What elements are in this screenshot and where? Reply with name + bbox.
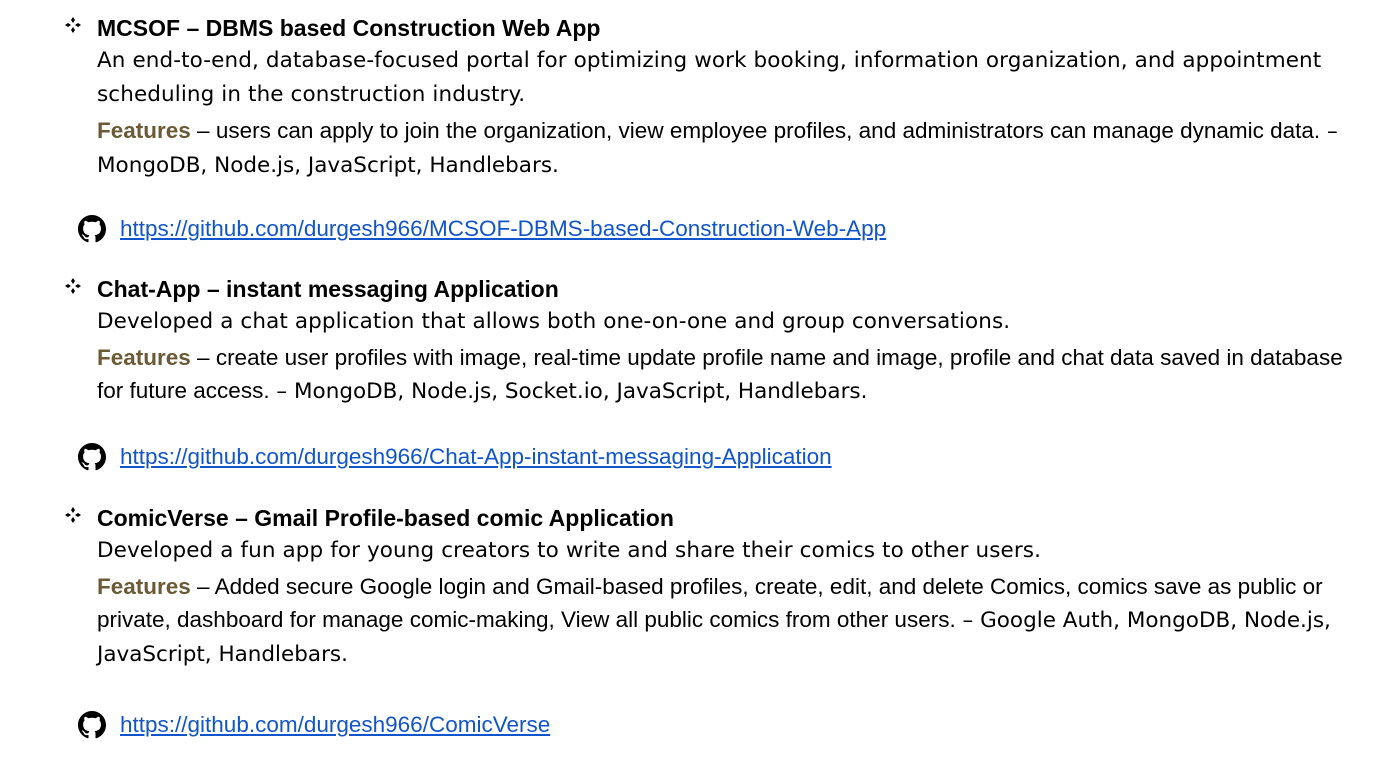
diamond-bullet-icon [62, 14, 84, 36]
github-icon [78, 711, 106, 739]
repo-link[interactable]: https://github.com/durgesh966/Chat-App-i… [120, 444, 832, 470]
project-description: An end-to-end, database-focused portal f… [97, 48, 1322, 107]
repo-link-row: https://github.com/durgesh966/Chat-App-i… [78, 442, 832, 472]
repo-link-row: https://github.com/durgesh966/MCSOF-DBMS… [78, 214, 886, 244]
diamond-bullet-icon [62, 275, 84, 297]
diamond-bullet-icon [62, 504, 84, 526]
project-description: Developed a chat application that allows… [97, 309, 1011, 334]
project-title: ComicVerse – Gmail Profile-based comic A… [97, 505, 674, 531]
project-title: Chat-App – instant messaging Application [97, 276, 559, 302]
github-icon [78, 215, 106, 243]
repo-link[interactable]: https://github.com/durgesh966/MCSOF-DBMS… [120, 216, 886, 242]
project-title: MCSOF – DBMS based Construction Web App [97, 15, 601, 41]
features-text: – users can apply to join the organizati… [190, 118, 1321, 143]
repo-link[interactable]: https://github.com/durgesh966/ComicVerse [120, 712, 550, 738]
github-icon [78, 443, 106, 471]
features-label: Features [97, 345, 191, 370]
repo-link-row: https://github.com/durgesh966/ComicVerse [78, 710, 550, 740]
projects-section: MCSOF – DBMS based Construction Web App … [0, 0, 1375, 757]
project-description: Developed a fun app for young creators t… [97, 538, 1042, 563]
features-label: Features [97, 574, 191, 599]
features-label: Features [97, 118, 191, 143]
project-features: Features – users can apply to join the o… [97, 114, 1352, 182]
tech-stack: – MongoDB, Node.js, Socket.io, JavaScrip… [269, 379, 868, 404]
project-features: Features – Added secure Google login and… [97, 570, 1352, 671]
project-features: Features – create user profiles with ima… [97, 341, 1352, 408]
